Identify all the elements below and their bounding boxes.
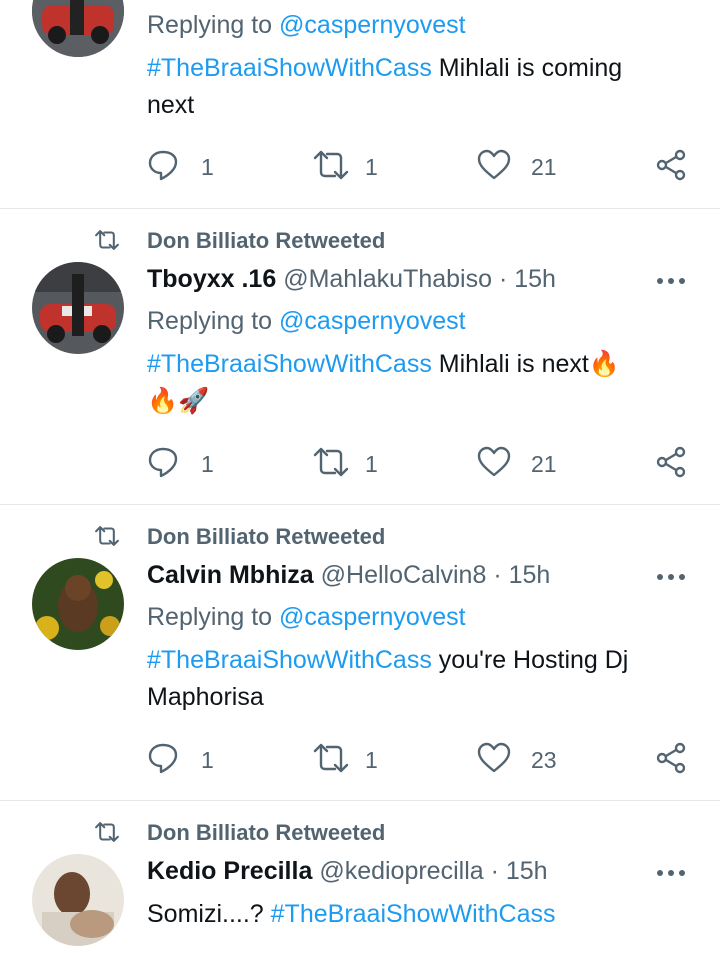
- mention-link[interactable]: @caspernyovest: [279, 603, 466, 631]
- replying-label: Replying to: [147, 11, 273, 39]
- tweet-actions: 1 1 21: [0, 445, 720, 485]
- tweet[interactable]: Don Billiato Retweeted Kedio Precilla @k…: [0, 801, 720, 953]
- tweet-text-part: next: [147, 91, 195, 119]
- timestamp[interactable]: 15h: [514, 265, 556, 293]
- tweet-text: #TheBraaiShowWithCass Mihlali is coming: [147, 52, 622, 84]
- tweet-text: #TheBraaiShowWithCass Mihlali is next🔥: [147, 348, 620, 380]
- tweet[interactable]: Replying to @caspernyovest #TheBraaiShow…: [0, 0, 720, 208]
- retweet-icon: [95, 230, 119, 250]
- display-name[interactable]: Calvin Mbhiza: [147, 561, 314, 589]
- heart-icon[interactable]: [476, 148, 512, 182]
- replying-to-line: Replying to @caspernyovest: [147, 9, 466, 41]
- avatar-image: [32, 0, 124, 57]
- user-handle[interactable]: @kedioprecilla: [319, 857, 483, 885]
- tweet-text-part: you're Hosting Dj: [431, 646, 629, 674]
- retweet-icon[interactable]: [309, 741, 353, 775]
- retweet-icon[interactable]: [309, 148, 353, 182]
- retweet-icon[interactable]: [309, 445, 353, 479]
- tweet-text-part: 🔥🚀: [147, 387, 210, 415]
- more-icon[interactable]: [654, 275, 688, 285]
- avatar[interactable]: [32, 854, 124, 946]
- avatar[interactable]: [32, 0, 124, 57]
- retweet-icon: [95, 526, 119, 546]
- retweet-icon: [95, 822, 119, 842]
- separator: ·: [483, 857, 506, 885]
- share-icon[interactable]: [654, 741, 690, 775]
- retweeted-by: Don Billiato Retweeted: [0, 817, 720, 847]
- tweet-text-part: Mihlali is next🔥: [431, 350, 620, 378]
- retweet-count: 1: [365, 451, 378, 477]
- reply-icon[interactable]: [147, 741, 179, 775]
- display-name[interactable]: Kedio Precilla: [147, 857, 312, 885]
- tweet-actions: 1 1 21: [0, 148, 720, 188]
- reply-count: 1: [201, 747, 214, 773]
- replying-to-line: Replying to @caspernyovest: [147, 305, 466, 337]
- tweet-text: #TheBraaiShowWithCass you're Hosting Dj: [147, 644, 628, 676]
- timestamp[interactable]: 15h: [506, 857, 548, 885]
- retweet-count: 1: [365, 747, 378, 773]
- retweeter-label[interactable]: Don Billiato Retweeted: [147, 820, 385, 846]
- avatar-image: [32, 854, 124, 946]
- mention-link[interactable]: @caspernyovest: [279, 11, 466, 39]
- reply-icon[interactable]: [147, 148, 179, 182]
- tweet[interactable]: Don Billiato Retweeted Calvin Mbhiza @He…: [0, 505, 720, 800]
- separator: ·: [492, 265, 515, 293]
- tweet-text-part: Maphorisa: [147, 683, 264, 711]
- avatar[interactable]: [32, 558, 124, 650]
- hashtag-link[interactable]: #TheBraaiShowWithCass: [271, 900, 556, 928]
- replying-label: Replying to: [147, 307, 273, 335]
- tweet[interactable]: Don Billiato Retweeted Tboyxx .16 @Mahla…: [0, 209, 720, 504]
- hashtag-link[interactable]: #TheBraaiShowWithCass: [147, 54, 432, 82]
- retweeted-by: Don Billiato Retweeted: [0, 225, 720, 255]
- share-icon[interactable]: [654, 445, 690, 479]
- hashtag-link[interactable]: #TheBraaiShowWithCass: [147, 646, 432, 674]
- retweet-count: 1: [365, 154, 378, 180]
- reply-icon[interactable]: [147, 445, 179, 479]
- heart-icon[interactable]: [476, 445, 512, 479]
- avatar[interactable]: [32, 262, 124, 354]
- heart-icon[interactable]: [476, 741, 512, 775]
- retweeter-label[interactable]: Don Billiato Retweeted: [147, 228, 385, 254]
- like-count: 21: [531, 451, 557, 477]
- user-handle[interactable]: @HelloCalvin8: [321, 561, 487, 589]
- avatar-image: [32, 558, 124, 650]
- more-icon[interactable]: [654, 571, 688, 581]
- tweet-actions: 1 1 23: [0, 741, 720, 781]
- replying-to-line: Replying to @caspernyovest: [147, 601, 466, 633]
- avatar-image: [32, 262, 124, 354]
- retweeter-label[interactable]: Don Billiato Retweeted: [147, 524, 385, 550]
- tweet-text: Somizi....? #TheBraaiShowWithCass: [147, 898, 556, 930]
- tweet-header: Kedio Precilla @kedioprecilla · 15h: [147, 855, 548, 887]
- like-count: 23: [531, 747, 557, 773]
- separator: ·: [486, 561, 509, 589]
- retweeted-by: Don Billiato Retweeted: [0, 521, 720, 551]
- mention-link[interactable]: @caspernyovest: [279, 307, 466, 335]
- reply-count: 1: [201, 451, 214, 477]
- display-name[interactable]: Tboyxx .16: [147, 265, 276, 293]
- tweet-header: Tboyxx .16 @MahlakuThabiso · 15h: [147, 263, 556, 295]
- tweet-header: Calvin Mbhiza @HelloCalvin8 · 15h: [147, 559, 550, 591]
- replying-label: Replying to: [147, 603, 273, 631]
- timestamp[interactable]: 15h: [509, 561, 551, 589]
- more-icon[interactable]: [654, 867, 688, 877]
- reply-count: 1: [201, 154, 214, 180]
- tweet-text-part: Mihlali is coming: [431, 54, 623, 82]
- tweet-text-part: Somizi....?: [147, 900, 271, 928]
- share-icon[interactable]: [654, 148, 690, 182]
- hashtag-link[interactable]: #TheBraaiShowWithCass: [147, 350, 432, 378]
- like-count: 21: [531, 154, 557, 180]
- user-handle[interactable]: @MahlakuThabiso: [283, 265, 492, 293]
